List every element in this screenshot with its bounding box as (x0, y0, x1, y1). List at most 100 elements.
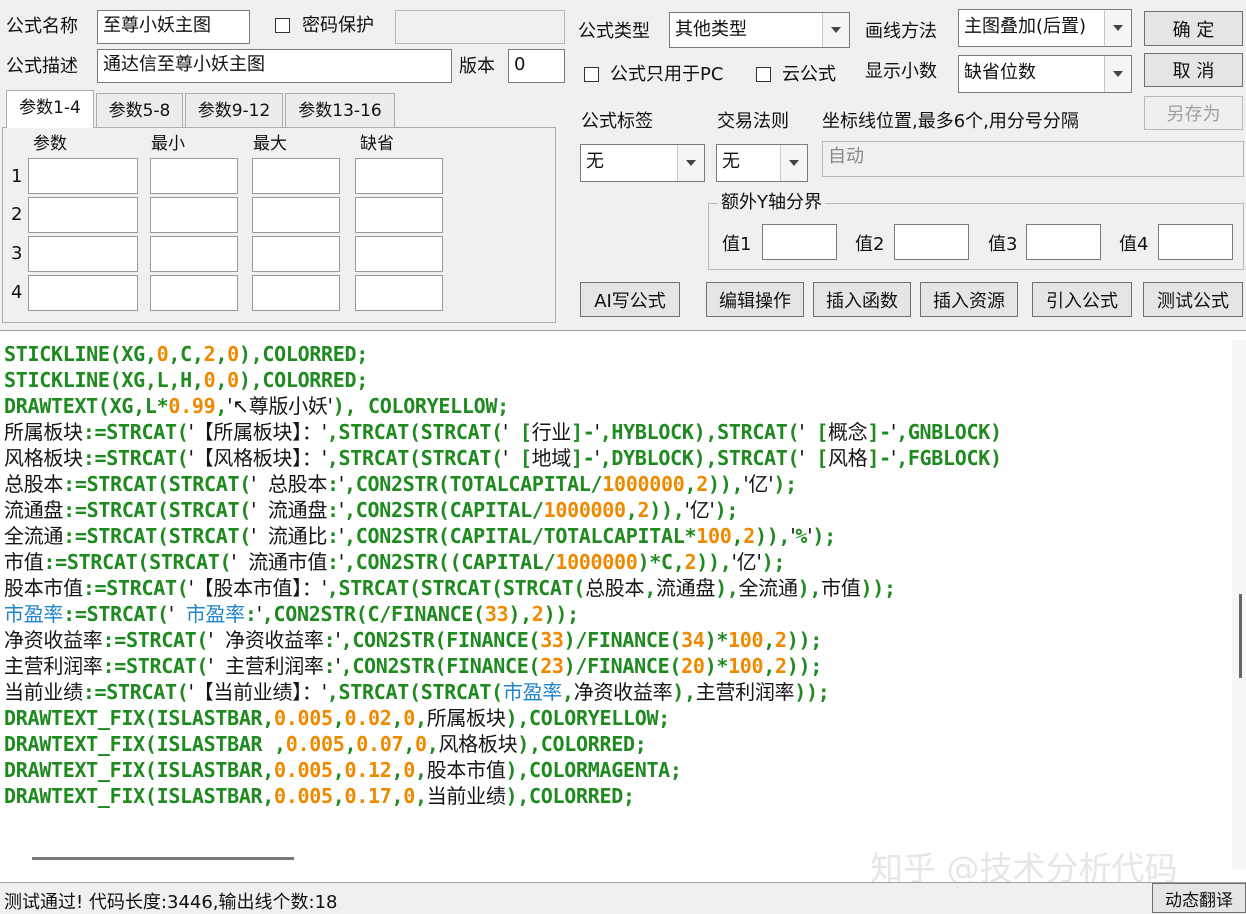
param-2-name-input[interactable] (28, 197, 138, 233)
code-line[interactable]: DRAWTEXT_FIX(ISLASTBAR ,0.005,0.07,0,风格板… (4, 731, 1226, 757)
password-checkbox[interactable] (275, 18, 290, 33)
decimals-label: 显示小数 (865, 61, 937, 82)
insert-function-button[interactable]: 插入函数 (813, 282, 911, 317)
formula-desc-input[interactable]: 通达信至尊小妖主图 (97, 49, 452, 83)
ok-button[interactable]: 确 定 (1144, 11, 1243, 46)
param-3-default-input[interactable] (355, 236, 443, 272)
status-text: 测试通过! 代码长度:3446,输出线个数:18 (4, 892, 338, 913)
y-value-4-label: 值4 (1119, 234, 1149, 255)
formula-name-input[interactable]: 至尊小妖主图 (97, 10, 250, 44)
cloud-formula-label: 云公式 (782, 64, 836, 85)
param-3-min-input[interactable] (150, 236, 238, 272)
code-editor[interactable]: STICKLINE(XG,0,C,2,0),COLORRED; STICKLINE… (0, 330, 1246, 883)
param-4-min-input[interactable] (150, 275, 238, 311)
coord-line-label: 坐标线位置,最多6个,用分号分隔 (822, 111, 1079, 132)
dynamic-translate-button[interactable]: 动态翻译 (1152, 883, 1246, 913)
insert-resource-button[interactable]: 插入资源 (920, 282, 1018, 317)
tab-params-1-4[interactable]: 参数1-4 (6, 90, 94, 128)
version-label: 版本 (459, 56, 495, 77)
cancel-button[interactable]: 取 消 (1144, 53, 1243, 87)
param-1-max-input[interactable] (252, 158, 340, 194)
chevron-down-icon (1104, 56, 1131, 92)
code-line[interactable]: 风格板块:=STRCAT('【风格板块】：',STRCAT(STRCAT(' [… (4, 445, 1226, 471)
param-3-max-input[interactable] (252, 236, 340, 272)
pc-only-checkbox[interactable] (584, 67, 599, 82)
y-value-2-input[interactable] (894, 224, 969, 260)
param-header-default: 缺省 (360, 134, 394, 154)
chevron-down-icon (780, 145, 807, 181)
y-value-1-input[interactable] (762, 224, 837, 260)
formula-name-label: 公式名称 (6, 16, 78, 37)
decimals-select[interactable]: 缺省位数 (958, 55, 1132, 93)
version-input[interactable]: 0 (508, 49, 565, 83)
code-line[interactable]: 总股本:=STRCAT(STRCAT(' 总股本:',CON2STR(TOTAL… (4, 471, 1226, 497)
param-4-max-input[interactable] (252, 275, 340, 311)
y-value-3-label: 值3 (988, 234, 1018, 255)
y-value-2-label: 值2 (855, 234, 885, 255)
param-2-min-input[interactable] (150, 197, 238, 233)
chevron-down-icon (822, 13, 849, 47)
trade-rule-select[interactable]: 无 (716, 144, 808, 182)
param-4-default-input[interactable] (355, 275, 443, 311)
code-line[interactable]: STICKLINE(XG,0,C,2,0),COLORRED; (4, 341, 1226, 367)
code-line[interactable]: 所属板块:=STRCAT('【所属板块】：',STRCAT(STRCAT(' [… (4, 419, 1226, 445)
chevron-down-icon (677, 145, 704, 181)
y-value-3-input[interactable] (1026, 224, 1101, 260)
y-value-4-input[interactable] (1158, 224, 1233, 260)
param-2-max-input[interactable] (252, 197, 340, 233)
code-line[interactable]: 市盈率:=STRCAT(' 市盈率:',CON2STR(C/FINANCE(33… (4, 601, 1226, 627)
test-formula-button[interactable]: 测试公式 (1143, 282, 1243, 317)
code-line[interactable]: 净资收益率:=STRCAT(' 净资收益率:',CON2STR(FINANCE(… (4, 627, 1226, 653)
code-line[interactable]: 股本市值:=STRCAT('【股本市值】：',STRCAT(STRCAT(STR… (4, 575, 1226, 601)
code-line[interactable]: 流通盘:=STRCAT(STRCAT(' 流通盘:',CON2STR(CAPIT… (4, 497, 1226, 523)
param-2-default-input[interactable] (355, 197, 443, 233)
draw-method-select[interactable]: 主图叠加(后置) (958, 9, 1132, 47)
edit-operations-button[interactable]: 编辑操作 (706, 282, 804, 317)
code-line[interactable]: DRAWTEXT_FIX(ISLASTBAR,0.005,0.02,0,所属板块… (4, 705, 1226, 731)
ai-write-formula-button[interactable]: AI写公式 (580, 282, 680, 317)
draw-method-label: 画线方法 (865, 21, 937, 42)
cloud-formula-checkbox[interactable] (756, 67, 771, 82)
param-1-default-input[interactable] (355, 158, 443, 194)
param-3-name-input[interactable] (28, 236, 138, 272)
chevron-down-icon (1104, 10, 1131, 46)
extra-y-axis-title: 额外Y轴分界 (718, 192, 825, 214)
formula-desc-label: 公式描述 (6, 56, 78, 77)
coord-line-input[interactable]: 自动 (822, 141, 1244, 177)
code-line[interactable]: DRAWTEXT_FIX(ISLASTBAR,0.005,0.12,0,股本市值… (4, 757, 1226, 783)
param-1-name-input[interactable] (28, 158, 138, 194)
param-header-name: 参数 (33, 134, 67, 154)
tab-params-13-16[interactable]: 参数13-16 (285, 93, 395, 127)
horizontal-scroll-thumb[interactable] (32, 857, 294, 860)
vertical-scroll-thumb[interactable] (1239, 594, 1242, 678)
param-row-number: 1 (11, 166, 23, 187)
code-line[interactable]: 全流通:=STRCAT(STRCAT(' 流通比:',CON2STR(CAPIT… (4, 523, 1226, 549)
code-line[interactable]: 主营利润率:=STRCAT(' 主营利润率:',CON2STR(FINANCE(… (4, 653, 1226, 679)
param-header-min: 最小 (151, 134, 185, 154)
code-line[interactable]: STICKLINE(XG,L,H,0,0),COLORRED; (4, 367, 1226, 393)
code-line[interactable]: 当前业绩:=STRCAT('【当前业绩】：',STRCAT(STRCAT(市盈率… (4, 679, 1226, 705)
code-line[interactable]: DRAWTEXT_FIX(ISLASTBAR,0.005,0.17,0,当前业绩… (4, 783, 1226, 809)
password-input (395, 10, 565, 44)
code-line[interactable]: DRAWTEXT(XG,L*0.99,'↖尊版小妖'), COLORYELLOW… (4, 393, 1226, 419)
param-row-number: 3 (11, 243, 23, 264)
import-formula-button[interactable]: 引入公式 (1032, 282, 1132, 317)
param-row-number: 4 (11, 282, 23, 303)
param-1-min-input[interactable] (150, 158, 238, 194)
trade-rule-label: 交易法则 (717, 111, 789, 132)
param-row-number: 2 (11, 204, 23, 225)
formula-type-label: 公式类型 (578, 21, 650, 42)
formula-type-select[interactable]: 其他类型 (669, 12, 850, 48)
code-line[interactable]: 市值:=STRCAT(STRCAT(' 流通市值:',CON2STR((CAPI… (4, 549, 1226, 575)
y-value-1-label: 值1 (722, 234, 752, 255)
tab-params-9-12[interactable]: 参数9-12 (185, 93, 283, 127)
password-label: 密码保护 (302, 15, 374, 36)
save-as-button[interactable]: 另存为 (1144, 96, 1243, 130)
tab-params-5-8[interactable]: 参数5-8 (96, 93, 183, 127)
param-4-name-input[interactable] (28, 275, 138, 311)
pc-only-label: 公式只用于PC (610, 64, 724, 85)
formula-tag-label: 公式标签 (581, 111, 653, 132)
code-lines[interactable]: STICKLINE(XG,0,C,2,0),COLORRED; STICKLINE… (4, 341, 1226, 809)
formula-tag-select[interactable]: 无 (580, 144, 705, 182)
param-header-max: 最大 (253, 134, 287, 154)
